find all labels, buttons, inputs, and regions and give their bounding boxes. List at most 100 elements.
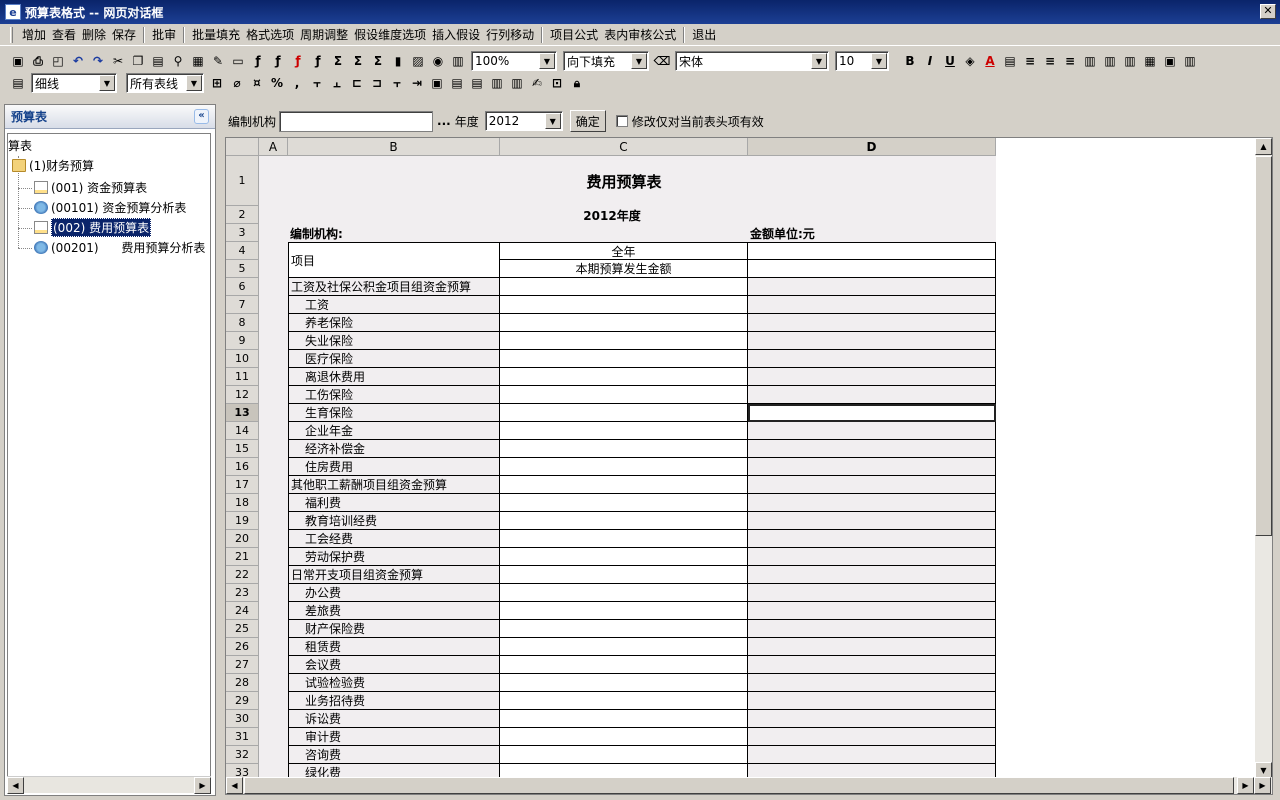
fill-select[interactable]: 向下填充 ▼ [563, 51, 649, 71]
amount-cell[interactable] [500, 476, 748, 494]
edit-icon[interactable]: ✍ [527, 73, 547, 93]
amount-cell[interactable] [500, 314, 748, 332]
tree-item-00201[interactable]: (00201) 费用预算分析表 [34, 238, 205, 256]
item-label-cell[interactable]: 办公费 [288, 584, 500, 602]
globe-icon[interactable]: ◉ [428, 51, 448, 71]
item-label-cell[interactable]: 养老保险 [288, 314, 500, 332]
item-label-cell[interactable]: 差旅费 [288, 602, 500, 620]
sum-row-icon[interactable]: Σ [348, 51, 368, 71]
tree-root[interactable]: 算表 [8, 136, 32, 154]
d-cell[interactable] [748, 440, 996, 458]
d-cell[interactable] [748, 548, 996, 566]
year-select[interactable]: 2012 ▼ [484, 111, 563, 131]
row-header[interactable]: 12 [226, 386, 259, 404]
sum-col-icon[interactable]: Σ [368, 51, 388, 71]
sheet-corner[interactable] [226, 138, 259, 156]
amount-cell[interactable] [500, 386, 748, 404]
scroll-up-icon[interactable]: ▲ [1255, 138, 1272, 155]
sheet-horizontal-scrollbar[interactable]: ◀ ▶ ▶ [226, 777, 1272, 794]
amount-cell[interactable] [500, 278, 748, 296]
row-header[interactable]: 1 [226, 156, 259, 206]
tree-item-00101[interactable]: (00101) 资金预算分析表 [34, 198, 186, 216]
header-year-cell[interactable]: 全年 [500, 242, 748, 260]
save-icon[interactable]: ▣ [8, 51, 28, 71]
org-input[interactable] [279, 110, 434, 132]
amount-cell[interactable] [500, 656, 748, 674]
sum-icon[interactable]: Σ [328, 51, 348, 71]
item-label-cell[interactable]: 教育培训经费 [288, 512, 500, 530]
header-amount-cell[interactable]: 本期预算发生金额 [500, 260, 748, 278]
spreadsheet[interactable]: A B C D 1 2 3 4 5 6 7 8 9 10 11 12 13 14 15 16 17 18 19 20 21 22 2… [225, 137, 1273, 795]
row-header[interactable]: 30 [226, 710, 259, 728]
amount-cell[interactable] [500, 620, 748, 638]
bar-chart-icon[interactable]: ▮ [388, 51, 408, 71]
item-label-cell[interactable]: 业务招待费 [288, 692, 500, 710]
amount-cell[interactable] [500, 422, 748, 440]
function-alt-icon[interactable]: ƒ [268, 51, 288, 71]
d-cell[interactable] [748, 314, 996, 332]
d-cell[interactable] [748, 278, 996, 296]
tree-horizontal-scrollbar[interactable]: ◀ ▶ [7, 776, 211, 794]
item-label-cell[interactable]: 医疗保险 [288, 350, 500, 368]
item-label-cell[interactable]: 生育保险 [288, 404, 500, 422]
distribute-icon[interactable]: ▥ [1080, 51, 1100, 71]
scroll-right-icon[interactable]: ▶ [194, 777, 211, 794]
amount-cell[interactable] [500, 512, 748, 530]
merge-icon[interactable]: ▣ [1160, 51, 1180, 71]
column-header-d[interactable]: D [748, 138, 996, 156]
item-label-cell[interactable]: 住房费用 [288, 458, 500, 476]
split-icon[interactable]: ▥ [1180, 51, 1200, 71]
d-cell[interactable] [748, 368, 996, 386]
item-label-cell[interactable]: 审计费 [288, 728, 500, 746]
column-header-c[interactable]: C [500, 138, 748, 156]
menu-audit-formula[interactable]: 表内审核公式 [601, 26, 679, 43]
amount-cell[interactable] [500, 710, 748, 728]
d-cell[interactable] [748, 566, 996, 584]
scroll-left-icon[interactable]: ◀ [226, 777, 243, 794]
percent-icon[interactable]: % [267, 73, 287, 93]
item-label-cell[interactable]: 企业年金 [288, 422, 500, 440]
header-d-cell[interactable] [748, 242, 996, 260]
amount-cell[interactable] [500, 530, 748, 548]
item-label-cell[interactable]: 咨询费 [288, 746, 500, 764]
clear-icon[interactable]: ⌀ [227, 73, 247, 93]
item-label-cell[interactable]: 诉讼费 [288, 710, 500, 728]
chevron-down-icon[interactable]: ▼ [544, 113, 561, 129]
menu-item-formula[interactable]: 项目公式 [547, 26, 601, 43]
lock-edit-icon[interactable]: ⊡ [547, 73, 567, 93]
d-cell[interactable] [748, 350, 996, 368]
row-header[interactable]: 26 [226, 638, 259, 656]
amount-cell[interactable] [500, 692, 748, 710]
font-size-select[interactable]: 10 ▼ [835, 51, 889, 71]
amount-cell[interactable] [500, 368, 748, 386]
item-label-cell[interactable]: 经济补偿金 [288, 440, 500, 458]
d-cell[interactable] [748, 494, 996, 512]
menu-approve[interactable]: 批审 [149, 26, 179, 43]
column-header-a[interactable]: A [259, 138, 288, 156]
insert-row-icon[interactable]: ⫠ [327, 73, 347, 93]
tree-folder-finance[interactable]: (1)财务预算 [12, 156, 94, 174]
copy-icon[interactable]: ❐ [128, 51, 148, 71]
print-preview-icon[interactable]: ◰ [48, 51, 68, 71]
item-label-cell[interactable]: 其他职工薪酬项目组资金预算 [288, 476, 500, 494]
insert-col-icon[interactable]: ⫟ [307, 73, 327, 93]
chevron-down-icon[interactable]: ▼ [99, 75, 115, 91]
function-red-icon[interactable]: ƒ [288, 51, 308, 71]
function-list-icon[interactable]: ƒ [308, 51, 328, 71]
chevron-down-icon[interactable]: ▼ [186, 75, 202, 91]
tree-item-002[interactable]: (002) 费用预算表 [34, 217, 152, 237]
amount-cell[interactable] [500, 350, 748, 368]
amount-cell[interactable] [500, 584, 748, 602]
browse-button[interactable]: ... [433, 110, 455, 132]
amount-cell[interactable] [500, 728, 748, 746]
row-header[interactable]: 11 [226, 368, 259, 386]
amount-cell[interactable] [500, 440, 748, 458]
row-header[interactable]: 23 [226, 584, 259, 602]
col-format-icon[interactable]: ▥ [487, 73, 507, 93]
scroll-right-end-icon[interactable]: ▶ [1254, 777, 1271, 794]
d-cell[interactable] [748, 458, 996, 476]
row-header[interactable]: 8 [226, 314, 259, 332]
d-cell[interactable] [748, 512, 996, 530]
row-header[interactable]: 2 [226, 206, 259, 224]
bold-button[interactable]: B [900, 51, 920, 71]
